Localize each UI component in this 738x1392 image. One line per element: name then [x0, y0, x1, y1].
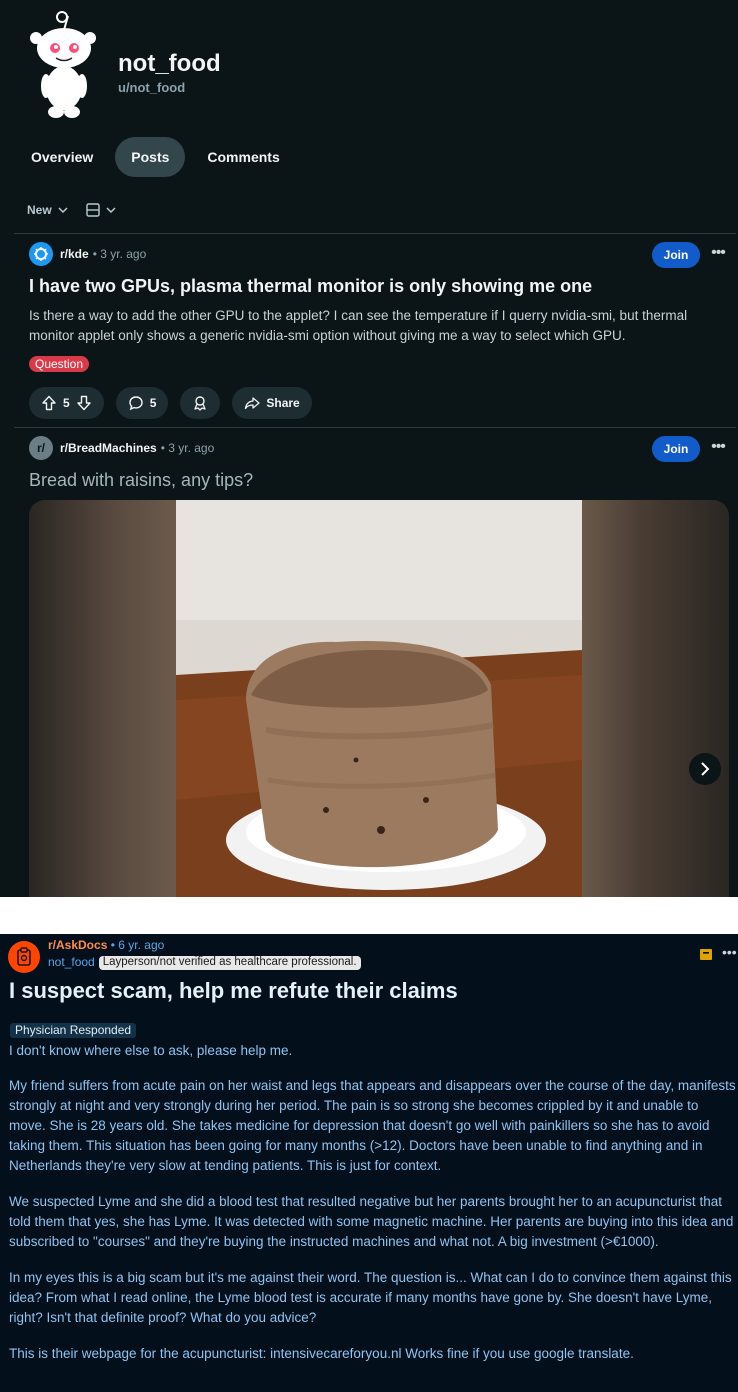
tab-posts[interactable]: Posts: [115, 137, 186, 177]
profile-page: not_food u/not_food Overview Posts Comme…: [0, 0, 738, 897]
more-icon[interactable]: •••: [708, 439, 728, 460]
post-title[interactable]: I have two GPUs, plasma thermal monitor …: [29, 276, 592, 297]
bread-photo: [176, 500, 582, 897]
sort-bar: New: [27, 200, 116, 220]
share-label: Share: [266, 396, 300, 410]
post-kde-header: r/kde • 3 yr. ago: [29, 242, 146, 266]
kde-logo-icon[interactable]: [29, 242, 53, 266]
author-link[interactable]: not_food: [48, 955, 95, 970]
askdocs-post: r/AskDocs • 6 yr. ago not_food Layperson…: [0, 934, 738, 1392]
gallery-next-button[interactable]: [689, 753, 721, 785]
divider: [14, 427, 736, 428]
comment-icon: [128, 396, 143, 411]
post-body: I don't know where else to ask, please h…: [9, 1041, 737, 1380]
body-paragraph: In my eyes this is a big scam but it's m…: [9, 1270, 732, 1325]
body-paragraph: We suspected Lyme and she did a blood te…: [9, 1194, 734, 1249]
subreddit-link[interactable]: r/AskDocs: [48, 938, 107, 952]
divider: [14, 233, 736, 234]
subreddit-default-icon[interactable]: r/: [29, 436, 53, 460]
downvote-icon[interactable]: [76, 395, 92, 411]
profile-display-name: not_food: [118, 50, 221, 77]
sort-dropdown[interactable]: New: [27, 203, 52, 217]
bookmark-icon[interactable]: [700, 949, 712, 960]
post-breadmachines-header: r/ r/BreadMachines • 3 yr. ago: [29, 436, 214, 460]
subreddit-link[interactable]: r/kde: [60, 247, 89, 261]
chevron-down-icon: [106, 207, 116, 213]
award-icon: [194, 396, 207, 411]
user-flair: Layperson/not verified as healthcare pro…: [98, 955, 361, 970]
chevron-right-icon: [701, 762, 710, 776]
body-paragraph: This is their webpage for the acupunctur…: [9, 1346, 634, 1361]
subreddit-link[interactable]: r/BreadMachines: [60, 441, 157, 455]
post-body: Is there a way to add the other GPU to t…: [29, 308, 688, 343]
more-icon[interactable]: •••: [722, 945, 737, 959]
vote-count: 5: [63, 396, 70, 410]
post-age: • 3 yr. ago: [92, 247, 147, 261]
body-paragraph: My friend suffers from acute pain on her…: [9, 1078, 736, 1173]
comment-count: 5: [149, 396, 157, 410]
gallery-blur-right: [581, 500, 729, 897]
post-title[interactable]: I suspect scam, help me refute their cla…: [9, 978, 458, 1004]
post-flair[interactable]: Physician Responded: [10, 1023, 137, 1038]
profile-handle: u/not_food: [118, 80, 186, 95]
tab-overview[interactable]: Overview: [15, 137, 109, 177]
chevron-down-icon[interactable]: [58, 207, 68, 213]
author-line: not_food Layperson/not verified as healt…: [48, 955, 361, 970]
askdocs-icon[interactable]: [8, 941, 40, 973]
card-layout-icon: [85, 203, 100, 217]
profile-tabs: Overview Posts Comments: [15, 137, 296, 177]
share-button[interactable]: Share: [232, 387, 312, 419]
share-icon: [245, 397, 261, 410]
join-button[interactable]: Join: [652, 242, 700, 268]
more-icon[interactable]: •••: [708, 245, 728, 266]
vote-group: 5: [29, 387, 104, 419]
post-image-gallery[interactable]: [29, 500, 729, 897]
body-paragraph: I don't know where else to ask, please h…: [9, 1043, 293, 1058]
comments-button[interactable]: 5: [115, 387, 169, 419]
askdocs-subreddit-line: r/AskDocs • 6 yr. ago: [48, 938, 164, 952]
upvote-icon[interactable]: [41, 395, 57, 411]
post-age: • 3 yr. ago: [160, 441, 215, 455]
snoo-avatar-icon[interactable]: [28, 8, 100, 122]
post-actions: 5 5 Share: [29, 387, 312, 419]
post-age: • 6 yr. ago: [110, 938, 165, 952]
post-flair[interactable]: Question: [29, 356, 90, 372]
award-button[interactable]: [180, 387, 221, 419]
join-button[interactable]: Join: [652, 436, 700, 462]
tab-comments[interactable]: Comments: [191, 137, 295, 177]
layout-toggle[interactable]: [85, 203, 116, 217]
gallery-blur-left: [29, 500, 177, 897]
post-title[interactable]: Bread with raisins, any tips?: [29, 470, 253, 491]
